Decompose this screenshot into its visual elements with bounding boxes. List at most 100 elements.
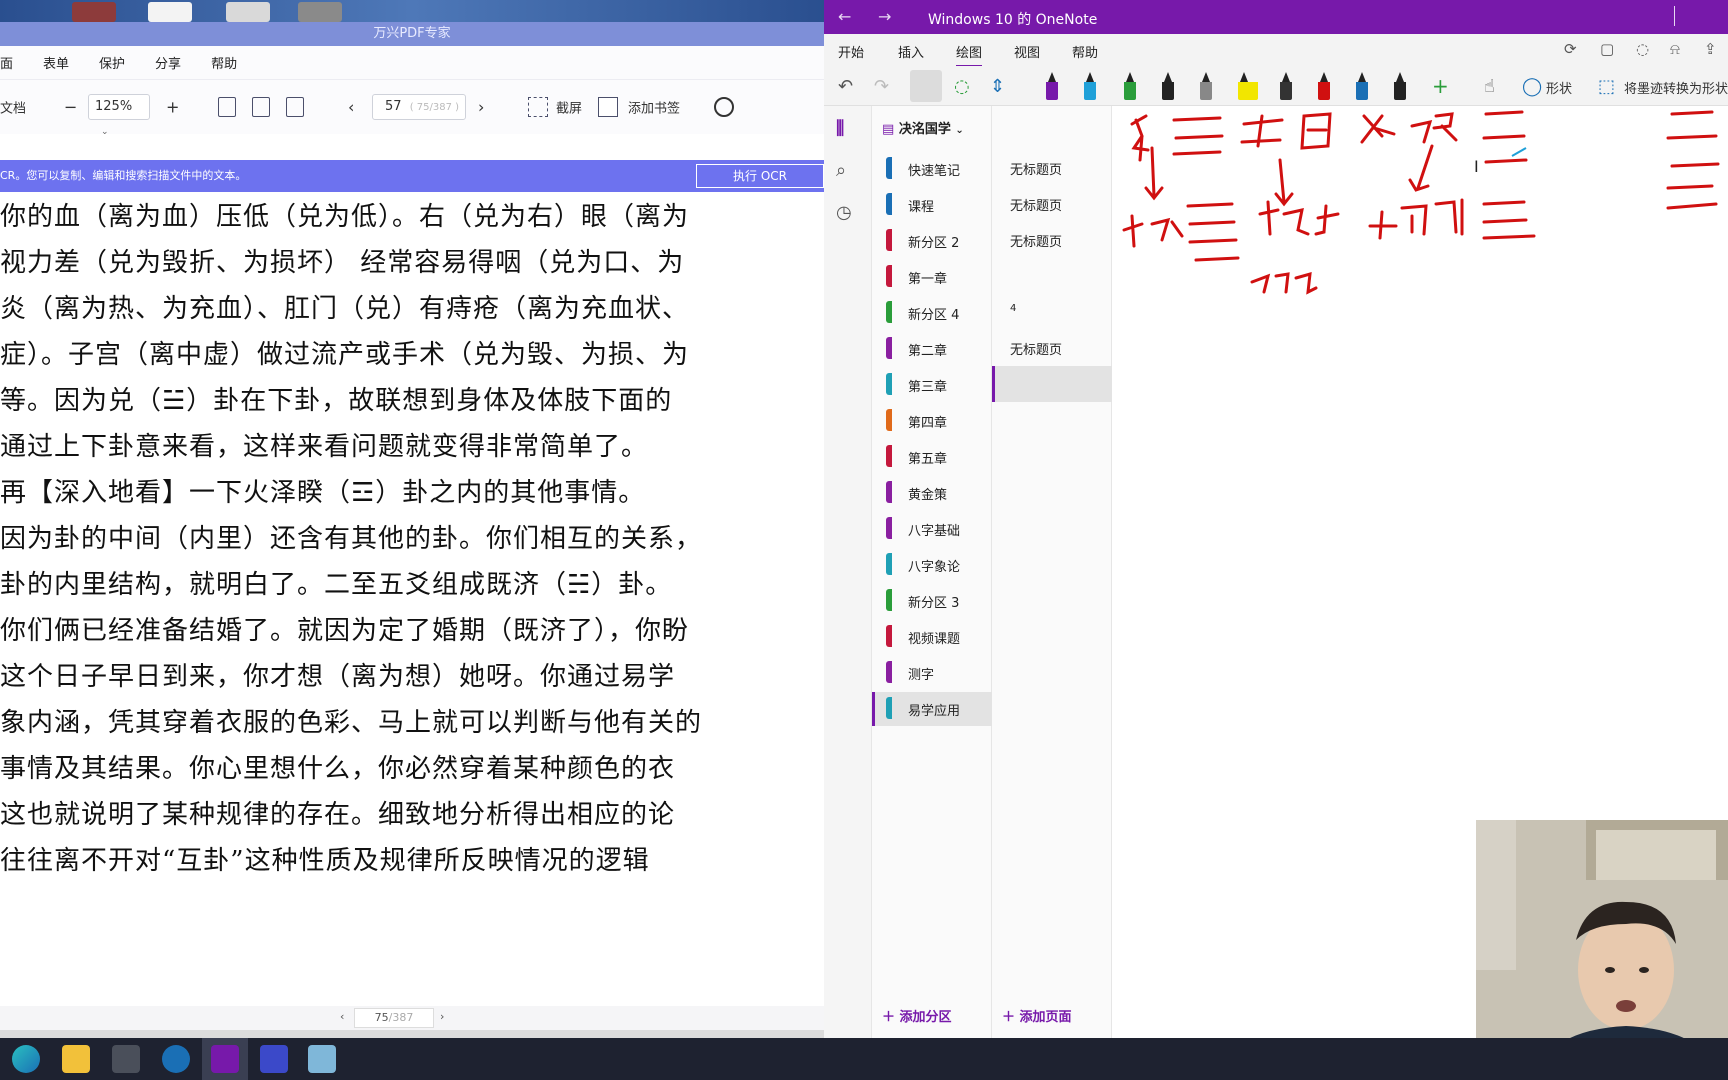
pdfelement-icon[interactable] [260, 1045, 288, 1073]
pen-tool[interactable] [1044, 72, 1060, 100]
section-item[interactable]: 新分区 4 [872, 296, 992, 330]
lasso-select-tool[interactable] [910, 70, 942, 102]
pen-tool[interactable] [1316, 72, 1332, 100]
actual-size-icon[interactable] [286, 97, 304, 117]
lasso-add-icon[interactable]: ◌ [954, 76, 970, 97]
run-ocr-button[interactable]: 执行 OCR [696, 164, 824, 188]
pen-tool[interactable] [1160, 72, 1176, 100]
page-number-input[interactable]: 57 ( 75/387 ) [372, 94, 466, 120]
notebook-selector[interactable]: ▤ 决洺国学 ⌄ [882, 118, 964, 137]
edge-icon[interactable] [12, 1045, 40, 1073]
section-item[interactable]: 快速笔记 [872, 152, 992, 186]
section-item[interactable]: 第三章 [872, 368, 992, 402]
bottom-page-total: /387 [388, 1011, 414, 1024]
add-page-button[interactable]: ＋ 添加页面 [1002, 1006, 1072, 1025]
zoom-in-button[interactable]: + [166, 98, 179, 117]
page-item[interactable]: 无标题页 [992, 330, 1112, 366]
zoom-select[interactable]: 125% ⌄ [88, 94, 150, 137]
app-icon[interactable] [162, 1045, 190, 1073]
section-item[interactable]: 课程 [872, 188, 992, 222]
ink-stroke [1410, 112, 1458, 144]
tab-help[interactable]: 帮助 [1072, 42, 1098, 61]
menu-item-form[interactable]: 表单 [43, 53, 69, 72]
add-pen-icon[interactable]: + [1432, 74, 1449, 98]
desktop-icon[interactable] [298, 2, 342, 22]
pen-tool[interactable] [1392, 72, 1408, 100]
pen-tool[interactable] [1198, 72, 1214, 100]
tab-view[interactable]: 视图 [1014, 42, 1040, 61]
back-button[interactable]: ← [838, 7, 851, 26]
bell-icon[interactable]: ⍾ [1670, 40, 1680, 58]
next-page-button[interactable]: › [478, 98, 484, 117]
fit-width-icon[interactable] [218, 97, 236, 117]
section-item[interactable]: 第二章 [872, 332, 992, 366]
convert-ink-icon[interactable]: ⬚ [1598, 76, 1615, 97]
section-item[interactable]: 第四章 [872, 404, 992, 438]
section-item[interactable]: 第五章 [872, 440, 992, 474]
doc-label[interactable]: 文档 [0, 98, 26, 117]
desktop-icon[interactable] [72, 2, 116, 22]
tab-insert[interactable]: 插入 [898, 42, 924, 61]
page-item[interactable] [992, 258, 1112, 294]
section-item[interactable]: 八字象论 [872, 548, 992, 582]
page-item[interactable]: 无标题页 [992, 222, 1112, 258]
section-item[interactable]: 测字 [872, 656, 992, 690]
redo-icon[interactable]: ↷ [874, 76, 889, 97]
bottom-page-input[interactable]: 75/387 [354, 1008, 434, 1028]
highlighter-tool[interactable] [1236, 72, 1260, 100]
menu-item-help[interactable]: 帮助 [211, 53, 237, 72]
bottom-next-page-button[interactable]: › [440, 1010, 444, 1023]
insert-space-icon[interactable]: ⇕ [990, 76, 1005, 97]
section-item[interactable]: 视频课题 [872, 620, 992, 654]
pen-tool[interactable] [1354, 72, 1370, 100]
page-item[interactable]: 无标题页 [992, 186, 1112, 222]
screenshot-icon[interactable] [528, 97, 548, 117]
page-item[interactable]: 无标题页 [992, 150, 1112, 186]
shapes-icon[interactable]: ◯ [1522, 76, 1542, 97]
bottom-prev-page-button[interactable]: ‹ [340, 1010, 344, 1023]
lightbulb-icon[interactable]: ◌ [1636, 40, 1649, 58]
forward-button[interactable]: → [878, 7, 891, 26]
tab-home[interactable]: 开始 [838, 42, 864, 61]
search-icon[interactable]: ⌕ [836, 160, 846, 181]
pen-tool[interactable] [1278, 72, 1294, 100]
sync-icon[interactable]: ⟳ [1564, 40, 1577, 58]
add-bookmark-button[interactable]: 添加书签 [628, 98, 680, 117]
add-section-button[interactable]: ＋ 添加分区 [882, 1006, 952, 1025]
share-icon[interactable]: ⇪ [1704, 40, 1717, 58]
screenshot-button[interactable]: 截屏 [556, 98, 582, 117]
file-explorer-icon[interactable] [62, 1045, 90, 1073]
touch-draw-icon[interactable]: ☝ [1484, 76, 1495, 97]
prev-page-button[interactable]: ‹ [348, 98, 354, 117]
section-item-selected[interactable]: 易学应用 [872, 692, 992, 726]
undo-icon[interactable]: ↶ [838, 76, 853, 97]
search-icon[interactable] [714, 97, 734, 117]
onenote-icon[interactable] [211, 1045, 239, 1073]
shapes-button[interactable]: 形状 [1546, 78, 1572, 97]
desktop-icon[interactable] [148, 2, 192, 22]
bookmark-icon[interactable] [598, 97, 618, 117]
section-item[interactable]: 新分区 3 [872, 584, 992, 618]
pen-tool[interactable] [1082, 72, 1098, 100]
section-item[interactable]: 八字基础 [872, 512, 992, 546]
section-item[interactable]: 新分区 2 [872, 224, 992, 258]
menu-item-view[interactable]: 面 [0, 53, 13, 72]
tab-draw[interactable]: 绘图 [956, 42, 983, 67]
pen-tool[interactable] [1122, 72, 1138, 100]
calculator-icon[interactable] [112, 1045, 140, 1073]
page-label: 无标题页 [1010, 199, 1063, 214]
fit-page-icon[interactable] [252, 97, 270, 117]
zoom-out-button[interactable]: − [64, 98, 77, 117]
page-item[interactable]: 4 [992, 294, 1112, 330]
app-icon[interactable] [308, 1045, 336, 1073]
notebooks-icon[interactable]: ⫼ [836, 118, 844, 139]
desktop-icon[interactable] [226, 2, 270, 22]
menu-item-share[interactable]: 分享 [155, 53, 181, 72]
section-item[interactable]: 第一章 [872, 260, 992, 294]
recent-icon[interactable]: ◷ [836, 202, 852, 223]
page-item-selected[interactable] [992, 366, 1112, 402]
convert-ink-button[interactable]: 将墨迹转换为形状 [1624, 78, 1728, 97]
menu-item-protect[interactable]: 保护 [99, 53, 125, 72]
section-item[interactable]: 黄金策 [872, 476, 992, 510]
page-icon[interactable]: ▢ [1600, 40, 1614, 58]
